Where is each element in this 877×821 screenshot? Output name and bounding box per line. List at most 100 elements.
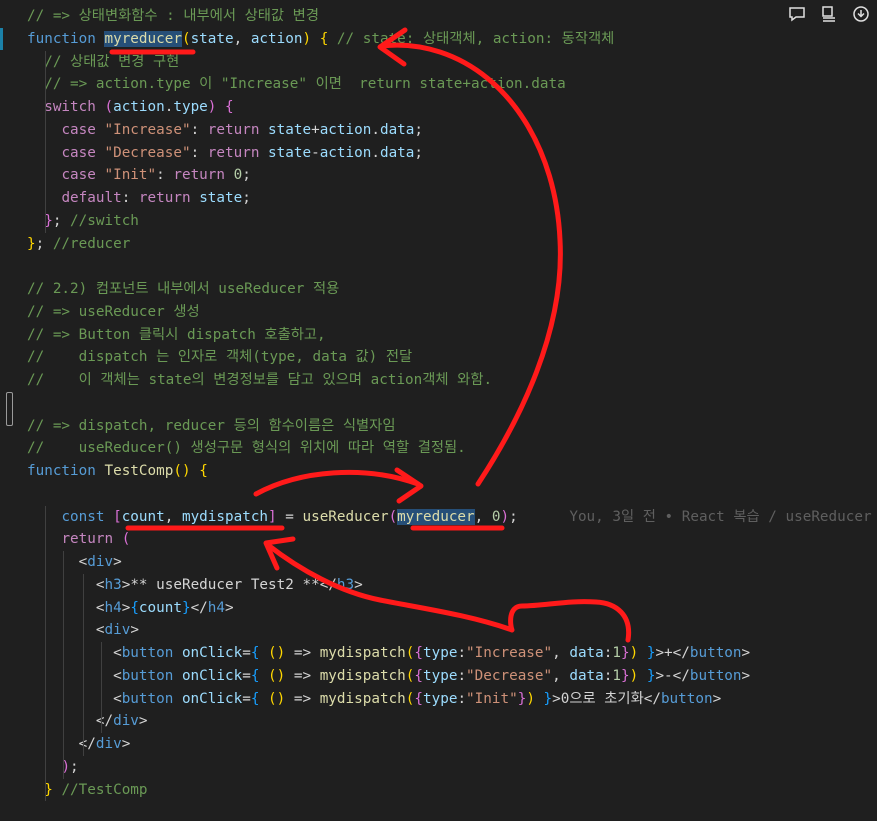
code-token: action [250, 30, 303, 47]
code-token: function [27, 463, 96, 479]
code-token: // => 상태변화함수 : 내부에서 상태값 변경 [27, 8, 319, 24]
code-line-text: // => useReducer 생성 [27, 301, 200, 323]
code-token: return [61, 531, 114, 548]
indent-guide [101, 642, 102, 733]
code-token: { [130, 599, 139, 616]
code-token: . [371, 144, 380, 161]
code-token: "Decrease" [466, 667, 553, 684]
code-token: => [285, 690, 320, 707]
code-token: > [121, 736, 131, 752]
indent-guide [83, 573, 84, 756]
code-token: : [457, 667, 467, 684]
code-token: const [61, 508, 105, 525]
open-changes-button[interactable] [817, 2, 841, 26]
code-token: : [457, 690, 467, 707]
code-line-text: return ( [27, 528, 130, 550]
code-token: // => action.type 이 "Increase" 이면 return… [44, 76, 566, 93]
code-token: + [311, 121, 320, 138]
code-token: mydispatch [319, 667, 406, 684]
code-token: // => useReducer 생성 [27, 303, 200, 320]
code-token: > [741, 645, 751, 661]
code-token: [ [113, 508, 122, 525]
code-token: = [276, 508, 303, 525]
code-token: = [242, 667, 251, 684]
code-token: ) [526, 690, 535, 707]
code-line-text: </div> [27, 733, 131, 755]
code-token: data [569, 667, 604, 684]
code-token: // 이 객체는 state의 변경정보를 담고 있으며 action객체 와함… [27, 372, 493, 388]
code-token: ; [35, 235, 53, 252]
code-token: "Increase" [104, 121, 191, 138]
code-token: default [61, 190, 122, 206]
more-actions-button[interactable] [849, 2, 873, 26]
code-line-text: // => 상태변화함수 : 내부에서 상태값 변경 [27, 5, 319, 27]
code-token: { [414, 645, 423, 661]
code-token: button [660, 690, 713, 707]
code-token: function [27, 30, 96, 47]
code-token: < [113, 690, 122, 707]
code-token: return [173, 167, 226, 184]
code-line-text: // => action.type 이 "Increase" 이면 return… [27, 73, 566, 95]
arrow-dispatch-to-mydispatch-head [263, 536, 296, 571]
code-token: } [621, 667, 630, 684]
code-line-text: // 상태값 변경 구현 [27, 51, 179, 73]
indent-guide [63, 551, 64, 779]
code-token: } [543, 690, 553, 707]
code-token: - [311, 144, 320, 161]
code-token: </ [78, 736, 96, 752]
code-line-text: const [count, mydispatch] = useReducer(m… [27, 506, 872, 528]
code-token: div [113, 713, 139, 730]
code-token: count [121, 508, 165, 525]
comment-button[interactable] [785, 2, 809, 26]
code-token: ) [629, 645, 639, 661]
code-editor[interactable]: // => 상태변화함수 : 내부에서 상태값 변경 function myred… [0, 0, 877, 821]
code-token: < [113, 645, 122, 661]
code-token: // 상태값 변경 구현 [44, 53, 180, 70]
code-token: onClick [181, 667, 243, 684]
code-token: >0으로 초기화</ [552, 690, 661, 707]
code-token: type [423, 645, 458, 661]
code-token: // 2.2) 컴포넌트 내부에서 useReducer 적용 [27, 281, 340, 297]
code-token: : [457, 645, 467, 661]
code-token: h4 [104, 599, 122, 616]
code-token: data [379, 121, 415, 138]
code-token: //switch [70, 212, 139, 229]
code-token: < [113, 667, 122, 684]
code-token: div [87, 554, 114, 570]
code-token: return [207, 144, 260, 161]
indent-guide [45, 505, 46, 802]
code-token: myreducer [104, 30, 182, 47]
code-token: action [113, 99, 165, 115]
indent-guide [45, 50, 46, 233]
code-token: "Init" [104, 167, 157, 184]
code-token: count [138, 599, 182, 616]
code-line-text: function myreducer(state, action) { // s… [27, 28, 614, 50]
code-token: div [95, 736, 122, 752]
code-token: } [621, 645, 630, 661]
more-actions-icon [853, 6, 869, 22]
code-token: { [414, 667, 423, 684]
code-token: </ [319, 576, 337, 593]
code-token: action [319, 121, 372, 138]
code-line-text: default: return state; [27, 187, 250, 209]
code-token: // dispatch 는 인자로 객체(type, data 값) 전달 [27, 349, 413, 366]
code-token: () [268, 645, 286, 661]
code-token: { [225, 99, 234, 115]
code-token: , [164, 508, 182, 525]
code-token: > [225, 599, 234, 616]
gutter-change-marker [0, 28, 3, 50]
code-line-text: function TestComp() { [27, 460, 208, 482]
comment-icon [789, 7, 805, 22]
arrow-to-myreducer-curve [379, 42, 563, 487]
code-token: 1 [612, 667, 621, 684]
